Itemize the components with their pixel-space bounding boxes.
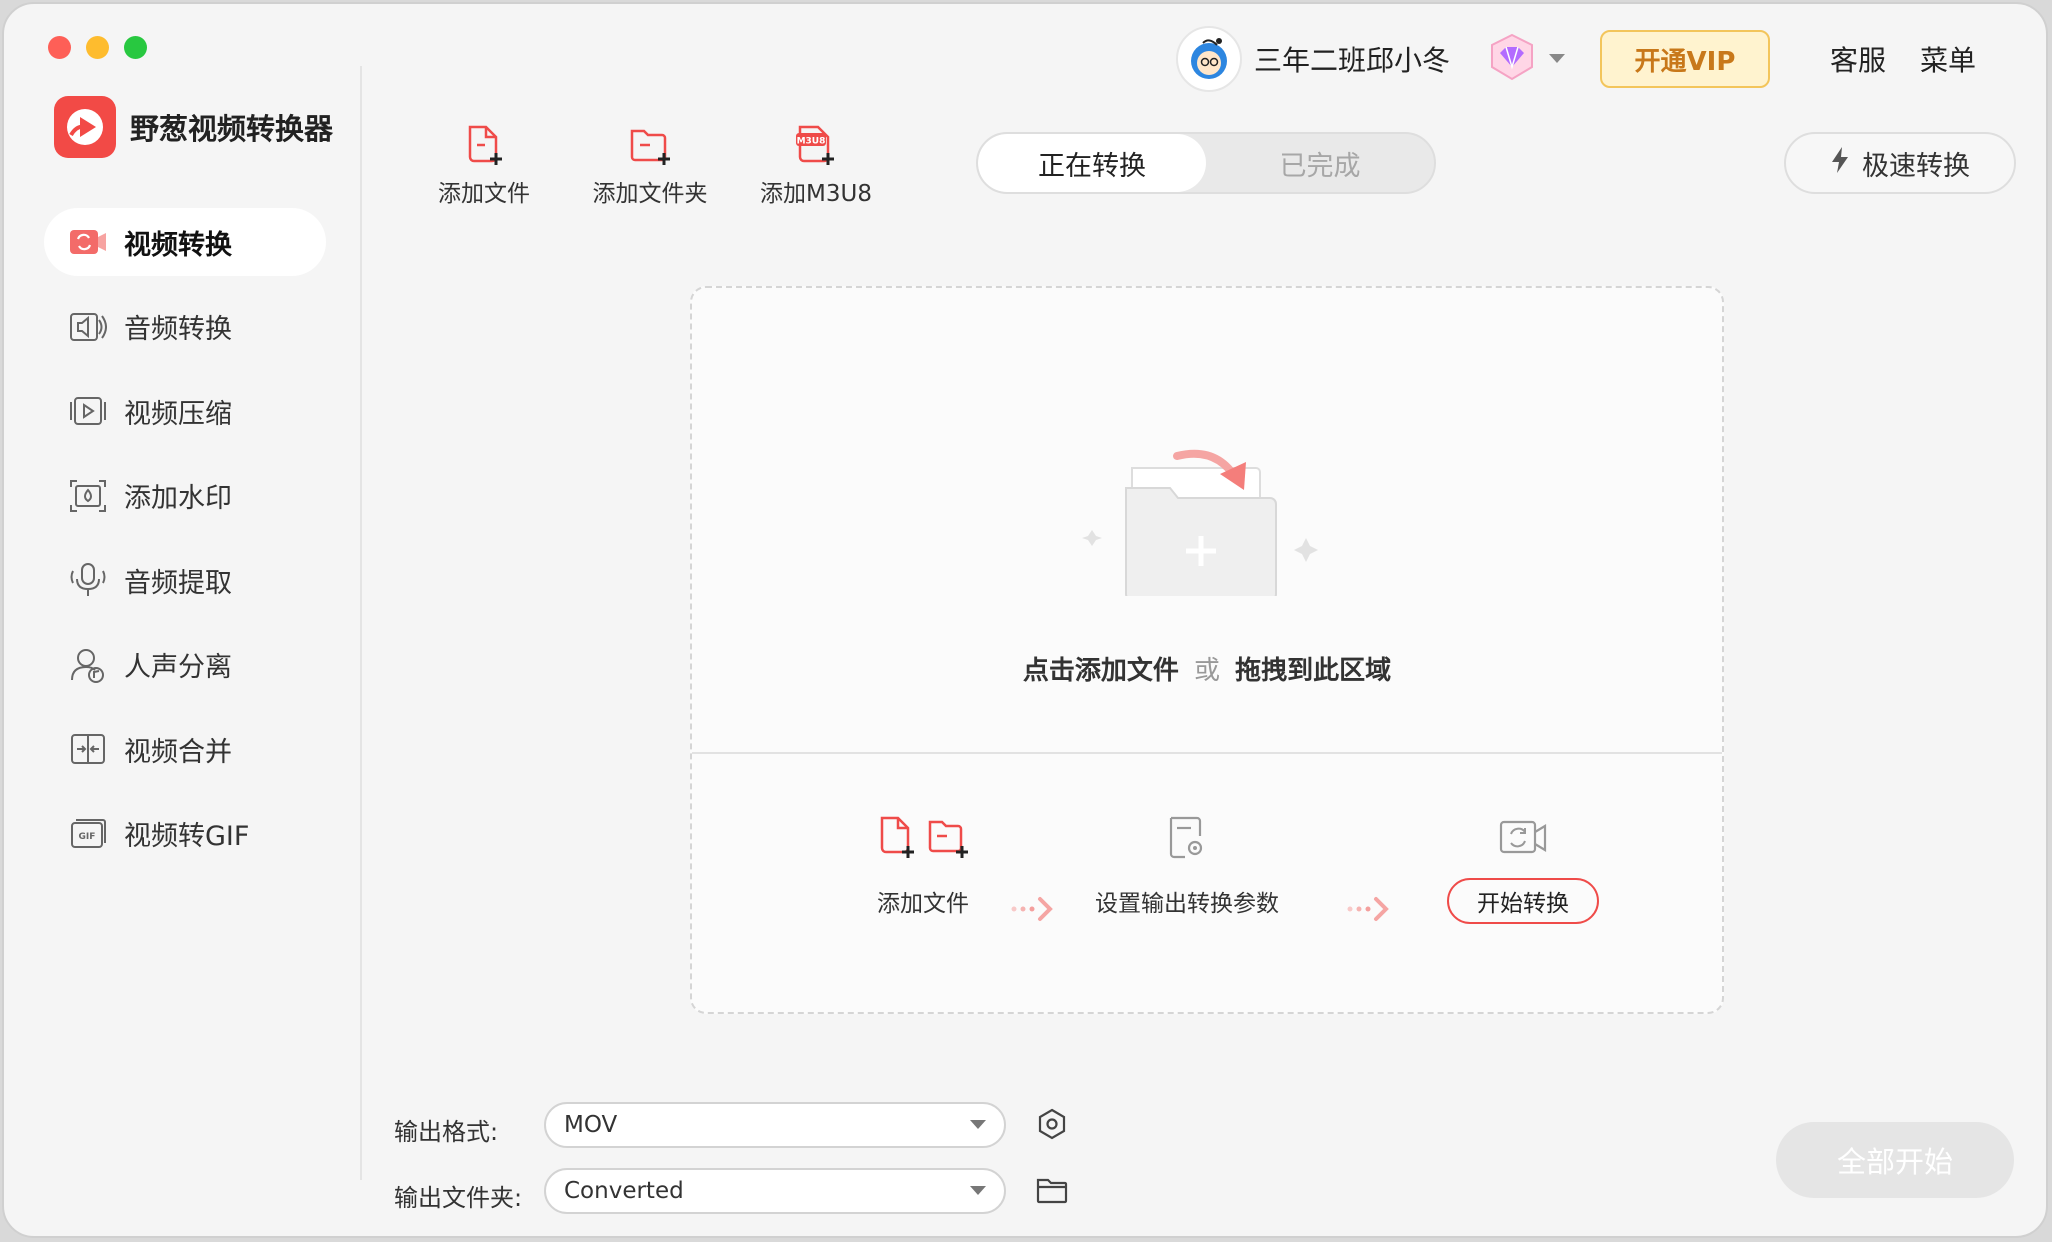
sidebar-item-video-convert[interactable]: 视频转换 [44, 208, 326, 276]
tab-completed[interactable]: 已完成 [1206, 134, 1434, 192]
sidebar-item-video-to-gif[interactable]: GIF 视频转GIF [44, 800, 326, 868]
username[interactable]: 三年二班邱小冬 [1254, 39, 1450, 79]
output-folder-value: Converted [564, 1178, 684, 1204]
add-folder-label: 添加文件夹 [592, 181, 708, 207]
watermark-icon [68, 476, 108, 516]
output-format-select[interactable]: MOV [544, 1102, 1006, 1148]
membership-dropdown[interactable] [1486, 31, 1566, 87]
fast-convert-label: 极速转换 [1862, 150, 1970, 182]
chevron-down-icon [970, 1186, 986, 1195]
drop-hint: 点击添加文件 或 拖拽到此区域 [692, 650, 1722, 687]
start-convert-button[interactable]: 开始转换 [1447, 878, 1599, 924]
open-folder-button[interactable] [1034, 1174, 1070, 1210]
sidebar-item-label: 视频转换 [124, 229, 232, 261]
fast-convert-button[interactable]: 极速转换 [1784, 132, 2016, 194]
svg-text:M3U8: M3U8 [797, 137, 826, 147]
output-folder-label: 输出文件夹: [394, 1184, 523, 1212]
sidebar-item-label: 视频合并 [124, 736, 232, 768]
sidebar-item-label: 视频压缩 [124, 398, 232, 430]
step-arrow-icon [1346, 894, 1396, 928]
video-merge-icon [68, 729, 108, 769]
zoom-window-button[interactable] [124, 36, 147, 59]
drop-hint-click: 点击添加文件 [1022, 656, 1179, 686]
output-format-label: 输出格式: [394, 1118, 499, 1146]
sidebar-item-audio-extract[interactable]: 音频提取 [44, 546, 326, 614]
svg-text:GIF: GIF [79, 832, 96, 842]
sidebar-item-video-compress[interactable]: 视频压缩 [44, 377, 326, 445]
menu-link[interactable]: 菜单 [1920, 39, 1976, 79]
sidebar-item-watermark[interactable]: 添加水印 [44, 462, 326, 530]
sidebar-item-label: 添加水印 [124, 483, 232, 514]
add-m3u8-label: 添加M3U8 [760, 181, 872, 207]
sidebar-item-label: 音频提取 [124, 567, 232, 599]
format-settings-button[interactable] [1034, 1108, 1070, 1144]
video-convert-icon [68, 222, 108, 262]
sidebar-item-audio-convert[interactable]: 音频转换 [44, 293, 326, 361]
main-toolbar: 添加文件 添加文件夹 M3U8 添加M3U8 [414, 122, 912, 208]
app-window: 野葱视频转换器 视频转换 音频转换 视频压缩 添加水印 音频提取 人声分离 视频… [2, 2, 2048, 1238]
add-m3u8-icon: M3U8 [794, 122, 838, 168]
add-m3u8-button[interactable]: M3U8 添加M3U8 [746, 122, 886, 208]
app-logo: 野葱视频转换器 [54, 96, 333, 158]
folder-drop-illustration [1082, 426, 1332, 601]
status-tabs: 正在转换 已完成 [976, 132, 1436, 194]
start-all-button[interactable]: 全部开始 [1776, 1122, 2014, 1198]
lightning-icon [1830, 146, 1862, 181]
close-window-button[interactable] [48, 36, 71, 59]
add-file-folder-icons [876, 814, 970, 866]
sidebar-nav: 视频转换 音频转换 视频压缩 添加水印 音频提取 人声分离 视频合并 GIF 视… [44, 208, 326, 884]
sidebar-item-label: 音频转换 [124, 314, 232, 345]
diamond-icon [1486, 31, 1538, 87]
step-settings-label: 设置输出转换参数 [1095, 891, 1279, 917]
minimize-window-button[interactable] [86, 36, 109, 59]
drop-hint-drag: 拖拽到此区域 [1235, 656, 1392, 686]
video-to-gif-icon: GIF [68, 814, 108, 854]
sidebar-item-label: 视频转GIF [124, 821, 250, 852]
user-avatar[interactable] [1175, 26, 1242, 92]
top-bar: 三年二班邱小冬 开通VIP 客服 菜单 [1175, 26, 1986, 92]
step-add-file-label: 添加文件 [877, 891, 969, 917]
audio-extract-icon [68, 560, 108, 600]
output-format-value: MOV [564, 1112, 618, 1138]
video-convert-outline-icon [1497, 814, 1549, 866]
add-file-button[interactable]: 添加文件 [414, 122, 554, 208]
open-vip-button[interactable]: 开通VIP [1599, 30, 1770, 88]
app-logo-icon [54, 96, 116, 158]
video-compress-icon [68, 391, 108, 431]
drop-zone-divider [692, 752, 1722, 754]
tab-converting[interactable]: 正在转换 [978, 134, 1206, 192]
vocal-separate-icon [68, 645, 108, 685]
add-file-label: 添加文件 [438, 181, 530, 207]
folder-icon [1036, 1176, 1068, 1208]
step-start: 开始转换 [1428, 814, 1618, 924]
step-settings: 设置输出转换参数 [1092, 814, 1282, 918]
window-controls [48, 36, 147, 59]
chevron-down-icon [970, 1120, 986, 1129]
drop-hint-or: 或 [1193, 656, 1220, 686]
chevron-down-icon [1548, 50, 1566, 69]
audio-convert-icon [68, 307, 108, 347]
customer-service-link[interactable]: 客服 [1830, 39, 1886, 79]
add-folder-icon [628, 122, 672, 168]
add-folder-button[interactable]: 添加文件夹 [580, 122, 720, 208]
add-file-icon [464, 122, 504, 168]
output-folder-select[interactable]: Converted [544, 1168, 1006, 1214]
settings-document-icon [1163, 814, 1211, 866]
sidebar-divider [360, 66, 362, 1180]
sidebar-item-video-merge[interactable]: 视频合并 [44, 715, 326, 783]
sidebar-item-label: 人声分离 [124, 652, 232, 683]
app-name: 野葱视频转换器 [130, 112, 334, 146]
sidebar-item-vocal-separate[interactable]: 人声分离 [44, 631, 326, 699]
step-arrow-icon [1010, 894, 1060, 928]
hexagon-gear-icon [1036, 1108, 1068, 1144]
file-drop-zone[interactable]: 点击添加文件 或 拖拽到此区域 添加文件 设置输出转换参数 开始转换 [690, 286, 1724, 1014]
step-add-file: 添加文件 [838, 814, 1008, 918]
